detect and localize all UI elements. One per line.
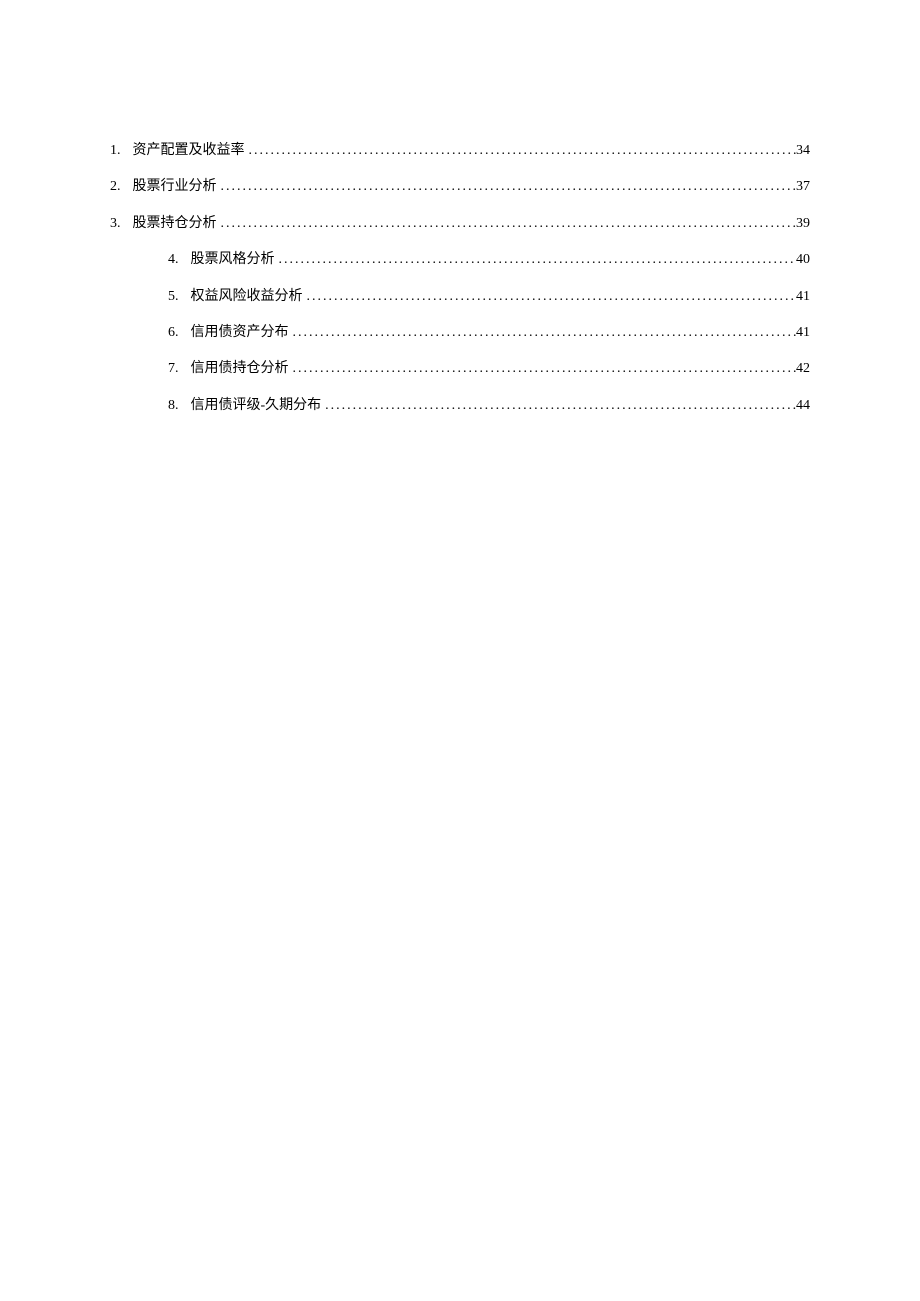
toc-title: 信用债评级-久期分布 bbox=[191, 395, 322, 417]
toc-title: 股票持仓分析 bbox=[133, 213, 217, 235]
toc-leader-dots bbox=[245, 140, 797, 162]
toc-leader-dots bbox=[303, 286, 797, 308]
toc-title: 股票风格分析 bbox=[191, 249, 275, 271]
toc-title: 资产配置及收益率 bbox=[133, 140, 245, 162]
toc-entry: 8. 信用债评级-久期分布 44 bbox=[110, 395, 810, 417]
toc-number: 5. bbox=[168, 286, 179, 308]
toc-number: 3. bbox=[110, 213, 121, 235]
toc-leader-dots bbox=[289, 322, 797, 344]
toc-entry: 2. 股票行业分析 37 bbox=[110, 176, 810, 198]
toc-leader-dots bbox=[321, 395, 796, 417]
toc-page-number: 42 bbox=[796, 358, 810, 380]
toc-number: 2. bbox=[110, 176, 121, 198]
toc-number: 8. bbox=[168, 395, 179, 417]
table-of-contents: 1. 资产配置及收益率 34 2. 股票行业分析 37 3. 股票持仓分析 39… bbox=[110, 140, 810, 417]
toc-title: 权益风险收益分析 bbox=[191, 286, 303, 308]
toc-number: 7. bbox=[168, 358, 179, 380]
toc-leader-dots bbox=[275, 249, 797, 271]
toc-leader-dots bbox=[289, 358, 797, 380]
toc-page-number: 41 bbox=[796, 322, 810, 344]
toc-page-number: 44 bbox=[796, 395, 810, 417]
toc-page-number: 40 bbox=[796, 249, 810, 271]
toc-title: 信用债持仓分析 bbox=[191, 358, 289, 380]
toc-number: 4. bbox=[168, 249, 179, 271]
toc-leader-dots bbox=[217, 176, 797, 198]
toc-number: 1. bbox=[110, 140, 121, 162]
toc-entry: 6. 信用债资产分布 41 bbox=[110, 322, 810, 344]
toc-page-number: 39 bbox=[796, 213, 810, 235]
toc-page-number: 34 bbox=[796, 140, 810, 162]
toc-title: 股票行业分析 bbox=[133, 176, 217, 198]
toc-entry: 1. 资产配置及收益率 34 bbox=[110, 140, 810, 162]
toc-page-number: 37 bbox=[796, 176, 810, 198]
toc-entry: 7. 信用债持仓分析 42 bbox=[110, 358, 810, 380]
toc-entry: 4. 股票风格分析 40 bbox=[110, 249, 810, 271]
toc-number: 6. bbox=[168, 322, 179, 344]
toc-entry: 5. 权益风险收益分析 41 bbox=[110, 286, 810, 308]
toc-leader-dots bbox=[217, 213, 797, 235]
toc-title: 信用债资产分布 bbox=[191, 322, 289, 344]
toc-page-number: 41 bbox=[796, 286, 810, 308]
toc-entry: 3. 股票持仓分析 39 bbox=[110, 213, 810, 235]
